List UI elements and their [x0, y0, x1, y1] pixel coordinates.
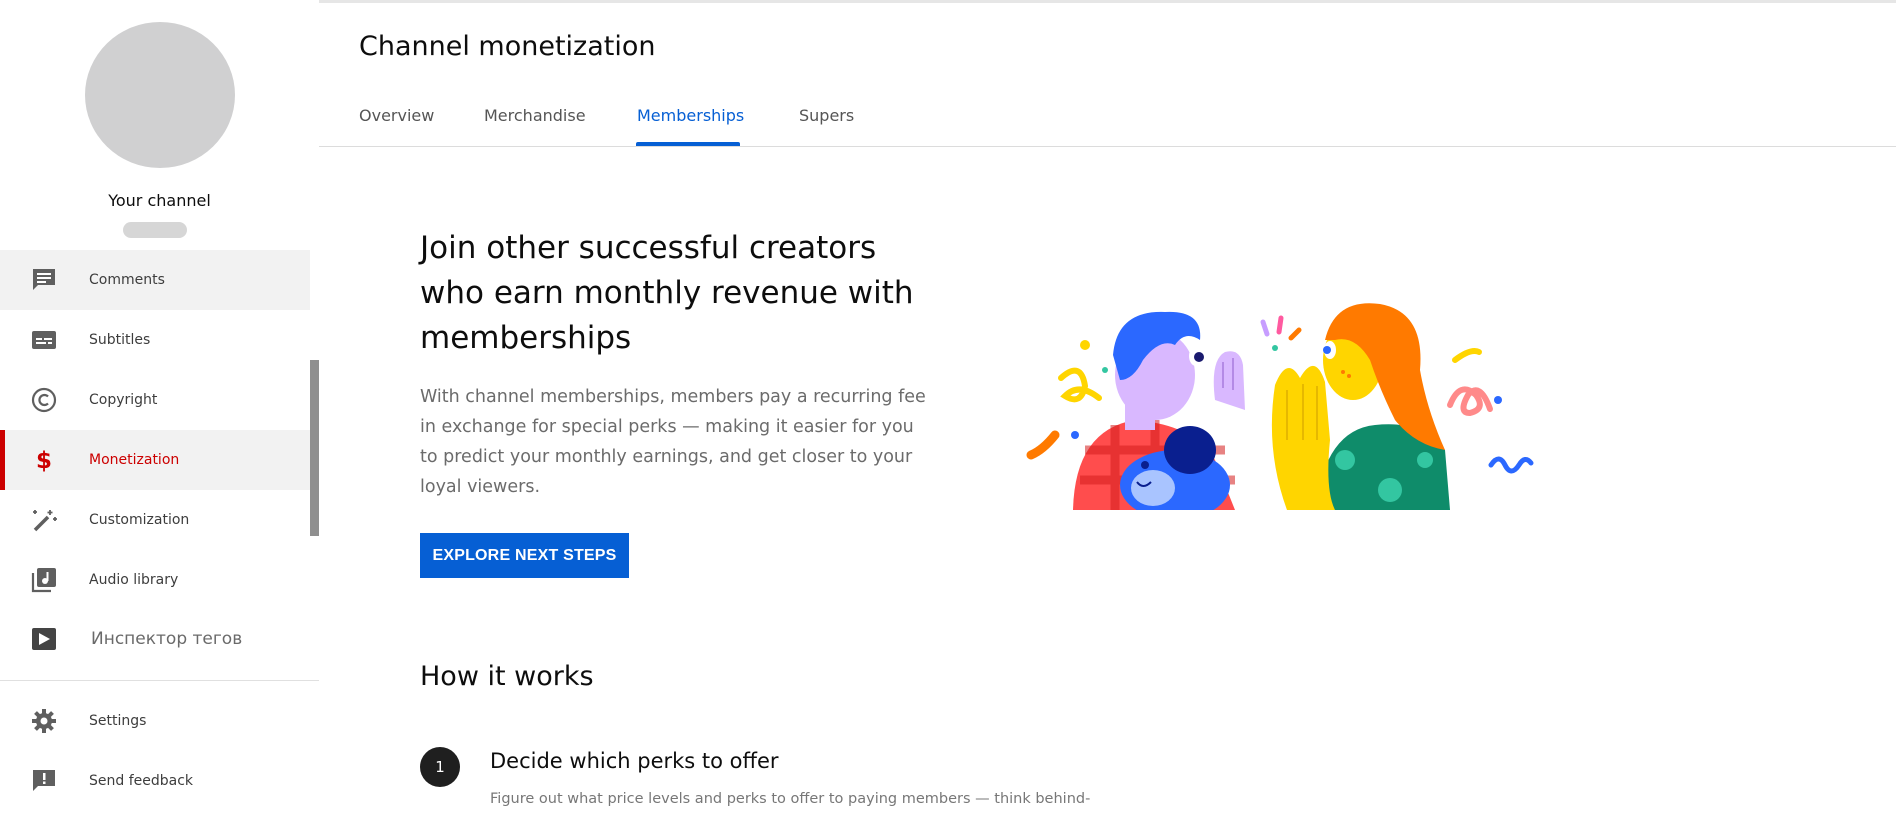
- sidebar-divider: [0, 680, 319, 681]
- sidebar-item-subtitles[interactable]: Subtitles: [0, 310, 310, 370]
- tab-merchandise[interactable]: Merchandise: [484, 106, 586, 125]
- sidebar-item-label: Settings: [89, 713, 147, 729]
- svg-text:$: $: [36, 448, 52, 473]
- tab-supers[interactable]: Supers: [799, 106, 854, 125]
- feedback-icon: [33, 770, 55, 791]
- channel-name-redacted: [123, 222, 187, 238]
- magic-wand-icon: [33, 510, 57, 532]
- sidebar-item-label: Инспектор тегов: [91, 629, 243, 649]
- sidebar-item-label: Copyright: [89, 392, 158, 408]
- sidebar-item-send-feedback[interactable]: Send feedback: [0, 751, 310, 811]
- active-indicator: [0, 430, 5, 490]
- channel-avatar[interactable]: [85, 22, 235, 168]
- sidebar-scrollbar[interactable]: [310, 360, 319, 536]
- sidebar-item-label: Audio library: [89, 572, 179, 588]
- subtitles-icon: [32, 331, 56, 349]
- step-title: Decide which perks to offer: [490, 749, 779, 773]
- copyright-icon: [31, 387, 57, 413]
- tab-memberships[interactable]: Memberships: [637, 106, 744, 125]
- how-it-works-title: How it works: [420, 661, 594, 692]
- sidebar-item-label: Comments: [89, 272, 165, 288]
- tabs-divider: [319, 146, 1896, 147]
- step-description: Figure out what price levels and perks t…: [490, 791, 1091, 807]
- sidebar: Your channel Comments Subtitles Copyrigh…: [0, 0, 319, 817]
- sidebar-item-label: Monetization: [89, 452, 180, 468]
- gear-icon: [32, 709, 56, 733]
- sidebar-item-label: Subtitles: [89, 332, 151, 348]
- tag-inspector-icon: [32, 628, 56, 650]
- sidebar-item-customization[interactable]: Customization: [0, 490, 310, 550]
- dollar-icon: $: [36, 448, 52, 473]
- sidebar-item-audio-library[interactable]: Audio library: [0, 550, 310, 610]
- sidebar-item-copyright[interactable]: Copyright: [0, 370, 310, 430]
- step-number-badge: 1: [420, 747, 460, 787]
- comment-icon: [33, 269, 55, 290]
- explore-next-steps-button[interactable]: EXPLORE NEXT STEPS: [420, 533, 629, 578]
- sidebar-item-label: Customization: [89, 512, 190, 528]
- hero-heading: Join other successful creators who earn …: [420, 230, 914, 356]
- sidebar-item-comments[interactable]: Comments: [0, 250, 310, 310]
- tab-overview[interactable]: Overview: [359, 106, 434, 125]
- hero-description: With channel memberships, members pay a …: [420, 387, 926, 497]
- channel-label: Your channel: [108, 191, 211, 210]
- sidebar-item-settings[interactable]: Settings: [0, 691, 310, 751]
- audio-library-icon: [31, 568, 56, 593]
- sidebar-item-label: Send feedback: [89, 773, 194, 789]
- memberships-illustration: [1026, 303, 1534, 510]
- page-title: Channel monetization: [359, 31, 656, 62]
- sidebar-item-tag-inspector[interactable]: Инспектор тегов: [0, 609, 310, 669]
- sidebar-item-monetization[interactable]: $ Monetization: [0, 430, 310, 490]
